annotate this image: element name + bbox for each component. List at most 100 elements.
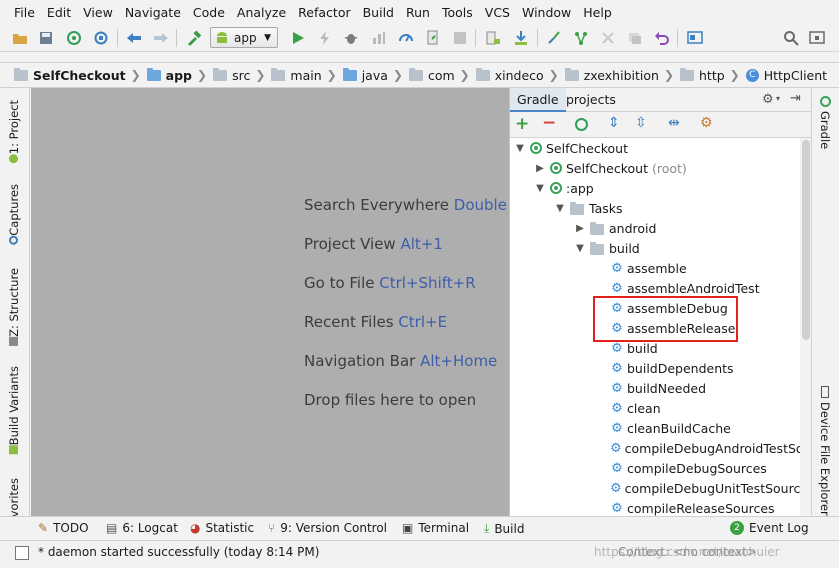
tree-row-buildneeded[interactable]: ⚙ buildNeeded [510,378,800,398]
scrollbar-thumb[interactable] [802,140,810,340]
breadcrumb-item-selfcheckout[interactable]: SelfCheckout ❯ [14,67,141,83]
collapse-arrow-icon[interactable]: ▶ [574,223,586,234]
tab-captures[interactable]: Captures [7,184,21,249]
tree-row-build-group[interactable]: ▼ build [510,238,800,258]
undo-icon[interactable] [652,28,672,48]
menu-refactor[interactable]: Refactor [292,0,356,24]
project-structure-icon[interactable] [685,28,705,48]
menu-run[interactable]: Run [400,0,436,24]
remove-icon[interactable]: − [542,113,556,133]
expand-arrow-icon[interactable]: ▼ [574,243,586,254]
tree-row-clean[interactable]: ⚙ clean [510,398,800,418]
add-icon[interactable]: + [515,114,529,134]
tree-row-compiledebugunittestsources[interactable]: ⚙ compileDebugUnitTestSources [510,478,800,498]
tab-device-file-explorer[interactable]: Device File Explorer [818,386,832,516]
tree-row-cleanbuildcache[interactable]: ⚙ cleanBuildCache [510,418,800,438]
forward-icon[interactable] [151,28,171,48]
apply-changes-icon[interactable] [315,28,335,48]
show-history-icon[interactable] [625,28,645,48]
tree-row-assemble[interactable]: ⚙ assemble [510,258,800,278]
stop-icon[interactable] [450,28,470,48]
gradle-sync-icon[interactable] [544,28,564,48]
gear-icon[interactable]: ⚙ [762,92,774,107]
tab-projects[interactable]: projects [559,88,623,112]
tree-row-android[interactable]: ▶ android [510,218,800,238]
avd-manager-icon[interactable] [483,28,503,48]
tree-row-tasks[interactable]: ▼ Tasks [510,198,800,218]
refresh-icon[interactable] [91,28,111,48]
profile-icon[interactable] [369,28,389,48]
save-icon[interactable] [36,28,56,48]
tab-todo[interactable]: ✎ TODO [38,521,89,535]
gradle-settings-icon[interactable]: ⚙ [700,115,713,131]
menu-view[interactable]: View [77,0,119,24]
menu-help[interactable]: Help [577,0,618,24]
sdk-icon[interactable] [807,28,827,48]
tab-build[interactable]: ⤓ Build [484,521,524,536]
device-monitor-icon[interactable] [511,28,531,48]
tab-structure[interactable]: Z: Structure [7,268,21,350]
tab-gradle[interactable]: Gradle [510,88,566,112]
tree-row-compilereleasesources[interactable]: ⚙ compileReleaseSources [510,498,800,516]
tree-row-compiledebugandroidtestsource[interactable]: ⚙ compileDebugAndroidTestSource [510,438,800,458]
breadcrumb-item-httpclient[interactable]: C HttpClient [745,68,827,83]
breadcrumb-item-java[interactable]: java ❯ [342,67,403,83]
tab-build-variants[interactable]: Build Variants [7,366,21,458]
breadcrumb-item-src[interactable]: src ❯ [213,67,265,83]
breadcrumb-item-main[interactable]: main ❯ [271,67,337,83]
tree-row-selfcheckout-root[interactable]: ▶ SelfCheckout (root) [510,158,800,178]
breadcrumb-item-xindeco[interactable]: xindeco ❯ [475,67,559,83]
attach-debugger-icon[interactable] [396,28,416,48]
tree-row-compiledebugsources[interactable]: ⚙ compileDebugSources [510,458,800,478]
breadcrumb-item-http[interactable]: http ❯ [680,67,740,83]
expand-all-icon[interactable]: ⇕ [608,115,620,131]
menu-analyze[interactable]: Analyze [231,0,292,24]
breadcrumb-item-app[interactable]: app ❯ [146,67,207,83]
sdk-manager-icon[interactable] [423,28,443,48]
menu-code[interactable]: Code [187,0,231,24]
refresh-all-icon[interactable] [575,118,588,131]
menu-build[interactable]: Build [357,0,400,24]
menu-navigate[interactable]: Navigate [119,0,187,24]
hide-panel-icon[interactable]: ⇥ [790,91,801,106]
open-icon[interactable] [10,28,30,48]
tab-statistic[interactable]: ◕ Statistic [190,521,254,535]
back-icon[interactable] [124,28,144,48]
menu-file[interactable]: File [8,0,41,24]
editor-empty-area[interactable]: Search Everywhere Double Sh Project View… [31,88,509,516]
tab-event-log[interactable]: 2 Event Log [730,521,809,535]
tree-row-assembleandroidtest[interactable]: ⚙ assembleAndroidTest [510,278,800,298]
expand-arrow-icon[interactable]: ▼ [554,203,566,214]
menu-window[interactable]: Window [516,0,577,24]
debug-icon[interactable] [341,28,361,48]
breadcrumb-item-zxexhibition[interactable]: zxexhibition ❯ [564,67,674,83]
tab-logcat[interactable]: ▤ 6: Logcat [106,521,178,535]
sync-icon[interactable] [64,28,84,48]
expand-arrow-icon[interactable]: ▼ [534,183,546,194]
search-icon[interactable] [781,28,801,48]
tab-gradle-side[interactable]: Gradle [818,96,832,149]
link-icon[interactable]: ⇹ [668,115,680,131]
layout-inspector-icon[interactable] [571,28,591,48]
menu-edit[interactable]: Edit [41,0,77,24]
collapse-all-icon[interactable]: ⇳ [635,115,647,131]
tab-terminal[interactable]: ▣ Terminal [402,521,469,535]
breadcrumb-item-com[interactable]: com ❯ [408,67,470,83]
menu-bar: File Edit View Navigate Code Analyze Ref… [0,0,839,24]
merge-icon[interactable] [598,28,618,48]
tree-row-builddependents[interactable]: ⚙ buildDependents [510,358,800,378]
menu-vcs[interactable]: VCS [479,0,516,24]
run-config-select[interactable]: app ▼ [210,27,278,48]
collapse-arrow-icon[interactable]: ▶ [534,163,546,174]
expand-arrow-icon[interactable]: ▼ [514,143,526,154]
toggle-tool-windows-icon[interactable] [15,546,29,560]
tree-row-app[interactable]: ▼ :app [510,178,800,198]
make-project-icon[interactable] [184,28,204,48]
chevron-down-icon[interactable]: ▾ [776,94,780,103]
tab-project[interactable]: 1: Project [7,100,21,167]
tab-version-control[interactable]: ⑂ 9: Version Control [268,521,387,535]
vertical-scrollbar[interactable] [800,138,811,516]
menu-tools[interactable]: Tools [436,0,479,24]
run-icon[interactable] [288,28,308,48]
tree-row-selfcheckout[interactable]: ▼ SelfCheckout [510,138,800,158]
